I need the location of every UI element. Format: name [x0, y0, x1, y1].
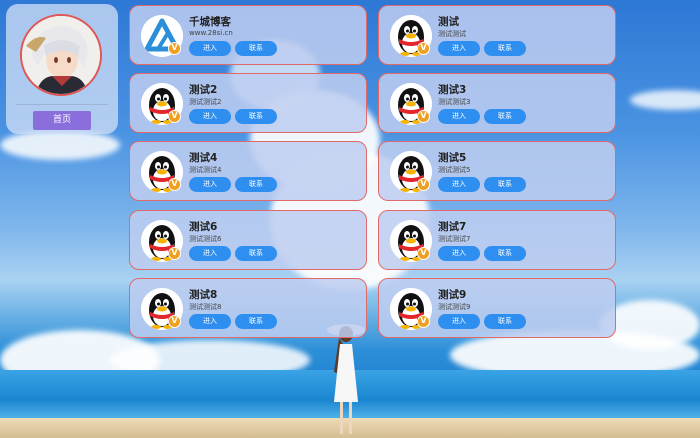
card-title: 千城博客: [189, 16, 231, 28]
verified-badge-icon: V: [168, 110, 181, 123]
verified-badge-icon: V: [417, 42, 430, 55]
site-card: V 测试3 测试测试3 进入 联系: [378, 73, 616, 133]
card-description: 测试测试5: [438, 166, 471, 174]
site-card: V 测试8 测试测试8 进入 联系: [129, 278, 367, 338]
cloud: [0, 130, 120, 160]
card-description: 测试测试2: [189, 98, 222, 106]
enter-button[interactable]: 进入: [438, 41, 480, 56]
card-description: 测试测试9: [438, 303, 471, 311]
profile-panel: 首页: [6, 4, 118, 134]
card-description: 测试测试: [438, 30, 466, 38]
verified-badge-icon: V: [417, 315, 430, 328]
contact-button[interactable]: 联系: [484, 246, 526, 261]
card-description: www.28si.cn: [189, 29, 233, 37]
site-card: V 测试 测试测试 进入 联系: [378, 5, 616, 65]
site-card: V 测试7 测试测试7 进入 联系: [378, 210, 616, 270]
contact-button[interactable]: 联系: [484, 177, 526, 192]
contact-button[interactable]: 联系: [235, 314, 277, 329]
girl-figure: [327, 324, 365, 434]
home-button[interactable]: 首页: [33, 111, 91, 130]
card-title: 测试4: [189, 152, 218, 164]
site-card: V 测试5 测试测试5 进入 联系: [378, 141, 616, 201]
contact-button[interactable]: 联系: [484, 109, 526, 124]
card-title: 测试7: [438, 221, 467, 233]
site-card: V 测试4 测试测试4 进入 联系: [129, 141, 367, 201]
verified-badge-icon: V: [417, 178, 430, 191]
card-description: 测试测试6: [189, 235, 222, 243]
avatar: [20, 14, 102, 96]
divider: [16, 104, 108, 105]
card-title: 测试5: [438, 152, 467, 164]
verified-badge-icon: V: [168, 42, 181, 55]
verified-badge-icon: V: [168, 247, 181, 260]
enter-button[interactable]: 进入: [438, 314, 480, 329]
enter-button[interactable]: 进入: [438, 246, 480, 261]
contact-button[interactable]: 联系: [484, 314, 526, 329]
site-card: V 测试6 测试测试6 进入 联系: [129, 210, 367, 270]
verified-badge-icon: V: [168, 315, 181, 328]
cloud: [630, 90, 700, 110]
card-title: 测试2: [189, 84, 218, 96]
enter-button[interactable]: 进入: [189, 314, 231, 329]
site-card: V 测试2 测试测试2 进入 联系: [129, 73, 367, 133]
card-title: 测试9: [438, 289, 467, 301]
site-card: V 测试9 测试测试9 进入 联系: [378, 278, 616, 338]
contact-button[interactable]: 联系: [235, 177, 277, 192]
contact-button[interactable]: 联系: [484, 41, 526, 56]
card-description: 测试测试8: [189, 303, 222, 311]
contact-button[interactable]: 联系: [235, 109, 277, 124]
enter-button[interactable]: 进入: [438, 109, 480, 124]
enter-button[interactable]: 进入: [189, 246, 231, 261]
contact-button[interactable]: 联系: [235, 246, 277, 261]
card-description: 测试测试7: [438, 235, 471, 243]
verified-badge-icon: V: [417, 110, 430, 123]
enter-button[interactable]: 进入: [438, 177, 480, 192]
card-title: 测试: [438, 16, 459, 28]
enter-button[interactable]: 进入: [189, 41, 231, 56]
card-description: 测试测试4: [189, 166, 222, 174]
card-title: 测试8: [189, 289, 218, 301]
enter-button[interactable]: 进入: [189, 109, 231, 124]
card-description: 测试测试3: [438, 98, 471, 106]
enter-button[interactable]: 进入: [189, 177, 231, 192]
card-title: 测试6: [189, 221, 218, 233]
card-title: 测试3: [438, 84, 467, 96]
verified-badge-icon: V: [417, 247, 430, 260]
verified-badge-icon: V: [168, 178, 181, 191]
site-card: V 千城博客 www.28si.cn 进入 联系: [129, 5, 367, 65]
contact-button[interactable]: 联系: [235, 41, 277, 56]
anime-avatar-icon: [22, 16, 100, 94]
